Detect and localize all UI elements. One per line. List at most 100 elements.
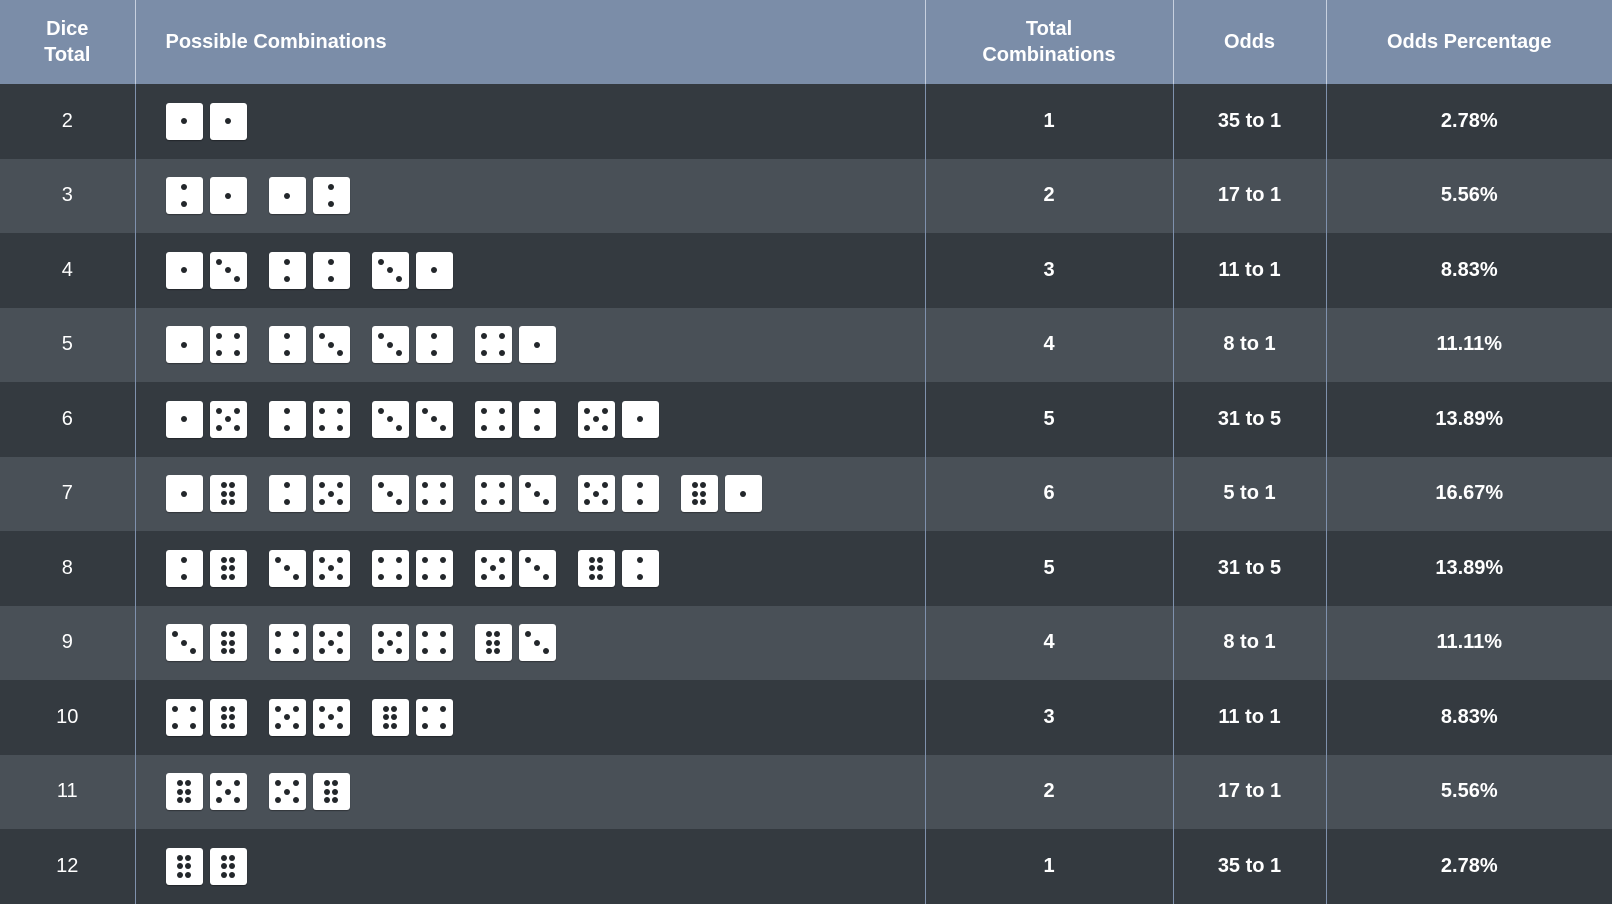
dice-total-cell: 6 bbox=[0, 382, 135, 457]
combination-list bbox=[165, 400, 925, 438]
pip-icon bbox=[284, 482, 290, 489]
pip-icon bbox=[284, 565, 290, 572]
pip-icon bbox=[319, 573, 326, 580]
pip-icon bbox=[229, 556, 236, 563]
pip-icon bbox=[181, 118, 187, 125]
odds-percentage-cell: 11.11% bbox=[1325, 605, 1612, 680]
die-face-1-icon bbox=[165, 400, 203, 438]
pip-icon bbox=[395, 556, 402, 563]
pip-icon bbox=[275, 556, 282, 563]
pip-icon bbox=[422, 556, 429, 563]
pip-icon bbox=[378, 648, 385, 655]
pip-icon bbox=[336, 573, 343, 580]
combinations-cell bbox=[134, 84, 925, 159]
pip-icon bbox=[378, 407, 385, 414]
dice-odds-table: Dice Total Possible Combinations Total C… bbox=[0, 0, 1612, 904]
dice-pair bbox=[474, 549, 556, 587]
pip-icon bbox=[225, 416, 231, 423]
pip-icon bbox=[225, 118, 231, 125]
odds-percentage-cell: 11.11% bbox=[1325, 307, 1612, 382]
table-row: 5 48 to 1 11.11% bbox=[0, 307, 1612, 382]
die-face-4-icon bbox=[474, 475, 512, 513]
combination-list bbox=[165, 177, 925, 215]
pip-icon bbox=[328, 714, 334, 721]
dice-total-cell: 12 bbox=[0, 829, 135, 904]
dice-pair bbox=[680, 475, 762, 513]
pip-icon bbox=[319, 705, 326, 712]
pip-icon bbox=[328, 258, 334, 265]
header-odds: Odds bbox=[1172, 0, 1326, 84]
table-row: 11 2 17 to 1 5.56% bbox=[0, 754, 1612, 829]
pip-icon bbox=[229, 482, 236, 489]
die-face-2-icon bbox=[415, 326, 453, 364]
die-face-3-icon bbox=[518, 475, 556, 513]
pip-icon bbox=[181, 556, 187, 563]
total-combinations-cell: 6 bbox=[924, 456, 1173, 531]
die-face-6-icon bbox=[165, 773, 203, 811]
dice-total-cell: 8 bbox=[0, 531, 135, 606]
header-total-combinations: Total Combinations bbox=[924, 0, 1173, 84]
pip-icon bbox=[220, 648, 227, 655]
die-face-5-icon bbox=[209, 773, 247, 811]
pip-icon bbox=[498, 556, 505, 563]
pip-icon bbox=[336, 556, 343, 563]
dice-pair bbox=[577, 549, 659, 587]
pip-icon bbox=[382, 705, 389, 712]
pip-icon bbox=[584, 424, 591, 431]
pip-icon bbox=[498, 482, 505, 489]
pip-icon bbox=[481, 556, 488, 563]
total-combinations-cell: 5 bbox=[924, 531, 1173, 606]
combination-list bbox=[165, 102, 925, 140]
pip-icon bbox=[534, 407, 540, 414]
die-face-6-icon bbox=[209, 847, 247, 885]
pip-icon bbox=[700, 499, 707, 506]
pip-icon bbox=[229, 565, 236, 572]
pip-icon bbox=[395, 350, 402, 357]
pip-icon bbox=[597, 565, 604, 572]
pip-icon bbox=[275, 631, 282, 638]
combinations-cell bbox=[134, 382, 925, 457]
combination-list bbox=[165, 773, 925, 811]
pip-icon bbox=[395, 275, 402, 282]
die-face-1-icon bbox=[165, 475, 203, 513]
pip-icon bbox=[275, 797, 282, 804]
die-face-1-icon bbox=[165, 102, 203, 140]
pip-icon bbox=[481, 333, 488, 340]
pip-icon bbox=[284, 407, 290, 414]
pip-icon bbox=[481, 350, 488, 357]
pip-icon bbox=[481, 424, 488, 431]
die-face-1-icon bbox=[209, 102, 247, 140]
die-face-6-icon bbox=[371, 698, 409, 736]
pip-icon bbox=[229, 639, 236, 646]
header-row: Dice Total Possible Combinations Total C… bbox=[0, 0, 1612, 84]
pip-icon bbox=[498, 333, 505, 340]
dice-total-cell: 3 bbox=[0, 158, 135, 233]
combinations-cell bbox=[134, 605, 925, 680]
pip-icon bbox=[336, 407, 343, 414]
die-face-3-icon bbox=[371, 326, 409, 364]
pip-icon bbox=[176, 871, 183, 878]
die-face-1-icon bbox=[165, 326, 203, 364]
dice-pair bbox=[165, 177, 247, 215]
odds-percentage-cell: 16.67% bbox=[1325, 456, 1612, 531]
pip-icon bbox=[229, 871, 236, 878]
total-combinations-cell: 4 bbox=[924, 605, 1173, 680]
pip-icon bbox=[498, 424, 505, 431]
table-row: 9 48 to 1 11.11% bbox=[0, 605, 1612, 680]
table-row: 8 5 31 to 5 13.89% bbox=[0, 531, 1612, 606]
dice-pair bbox=[371, 549, 453, 587]
dice-pair bbox=[371, 624, 453, 662]
pip-icon bbox=[225, 192, 231, 199]
pip-icon bbox=[319, 424, 326, 431]
die-face-2-icon bbox=[268, 400, 306, 438]
pip-icon bbox=[387, 267, 393, 274]
pip-icon bbox=[328, 490, 334, 497]
odds-cell: 17 to 1 bbox=[1172, 754, 1326, 829]
pip-icon bbox=[176, 780, 183, 787]
header-dice-total: Dice Total bbox=[0, 0, 135, 84]
pip-icon bbox=[332, 788, 339, 795]
pip-icon bbox=[395, 424, 402, 431]
pip-icon bbox=[439, 631, 446, 638]
pip-icon bbox=[181, 341, 187, 348]
pip-icon bbox=[323, 788, 330, 795]
